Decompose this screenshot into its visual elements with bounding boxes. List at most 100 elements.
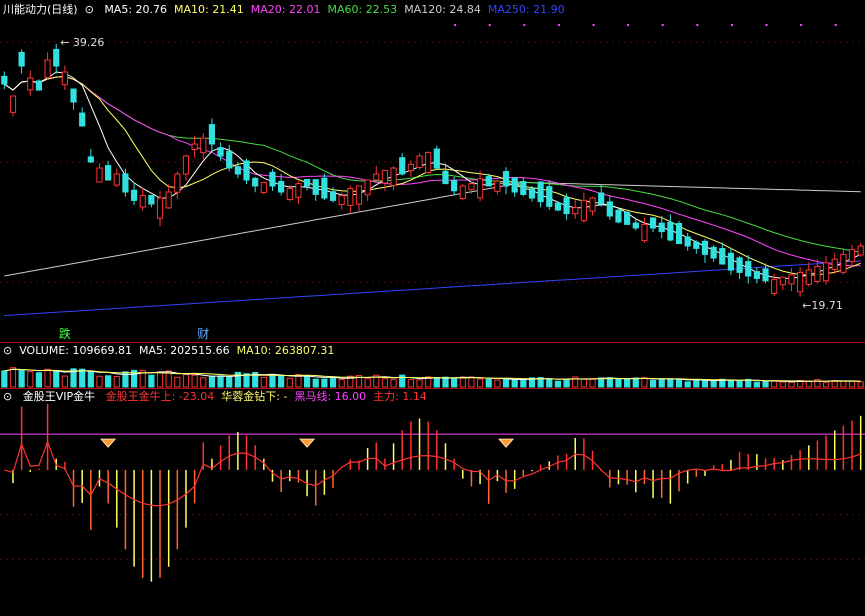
pane-separator bbox=[0, 342, 865, 343]
candle-body bbox=[105, 165, 112, 181]
candle-body bbox=[79, 112, 86, 127]
signal-dot bbox=[696, 24, 699, 26]
volume-bar bbox=[779, 381, 786, 388]
volume-bar bbox=[710, 380, 717, 388]
volume-bar bbox=[822, 381, 830, 388]
volume-bar bbox=[105, 375, 112, 388]
volume-bar bbox=[87, 371, 94, 388]
candle-body bbox=[53, 48, 60, 67]
candle-body bbox=[252, 177, 259, 187]
candle-body bbox=[61, 71, 68, 86]
volume-bar bbox=[35, 372, 43, 388]
signal-dot bbox=[730, 24, 733, 26]
volume-bar bbox=[840, 380, 847, 388]
candle-body bbox=[546, 186, 553, 207]
candle-body bbox=[649, 217, 657, 229]
volume-bar bbox=[468, 376, 475, 388]
high-price-label: ← 39.26 bbox=[60, 36, 104, 49]
indicator-chart[interactable] bbox=[0, 404, 865, 616]
volume-chart[interactable] bbox=[0, 358, 865, 388]
candle-body bbox=[494, 180, 501, 192]
volume-bar bbox=[736, 380, 743, 388]
candle-body bbox=[433, 148, 440, 169]
candle-body bbox=[234, 166, 241, 175]
volume-bar bbox=[312, 378, 319, 388]
volume-bar bbox=[390, 379, 397, 388]
candle-body bbox=[822, 262, 830, 282]
volume-bar bbox=[79, 368, 86, 388]
volume-bar bbox=[624, 379, 631, 388]
volume-bar bbox=[226, 376, 233, 388]
volume-legend-item-2: MA10: 263807.31 bbox=[236, 344, 335, 357]
indicator-legend-item-0: 金股王金牛上: -23.04 bbox=[105, 390, 215, 403]
candle-body bbox=[217, 147, 224, 157]
volume-bar bbox=[615, 378, 622, 388]
candle-body bbox=[563, 197, 570, 215]
volume-bar bbox=[433, 377, 440, 388]
volume-bar bbox=[788, 381, 795, 388]
price-chart[interactable]: ← 39.26 ←19.71 跌 财 bbox=[0, 0, 865, 342]
candle-body bbox=[442, 170, 449, 185]
toggle-icon[interactable]: ⊙ bbox=[3, 390, 12, 403]
signal-dot bbox=[800, 24, 803, 26]
event-marker-0: 跌 bbox=[59, 326, 71, 341]
candle-body bbox=[485, 176, 492, 187]
volume-bar bbox=[649, 380, 657, 388]
volume-bar bbox=[684, 381, 691, 388]
candle-body bbox=[139, 195, 146, 208]
candle-body bbox=[857, 245, 864, 256]
candle-body bbox=[675, 223, 683, 245]
event-marker-1: 财 bbox=[197, 327, 209, 341]
candle-body bbox=[511, 177, 518, 193]
candle-body bbox=[364, 179, 371, 196]
candle-body bbox=[425, 151, 432, 174]
signal-dot bbox=[557, 24, 560, 26]
candle-body bbox=[390, 167, 397, 186]
signal-dot bbox=[661, 24, 664, 26]
volume-bar bbox=[667, 378, 674, 388]
candle-body bbox=[771, 279, 778, 294]
toggle-icon[interactable]: ⊙ bbox=[3, 344, 12, 357]
candle-body bbox=[148, 194, 155, 205]
candle-body bbox=[1, 75, 8, 85]
volume-bar bbox=[753, 381, 760, 388]
candle-body bbox=[537, 181, 544, 203]
candle-body bbox=[156, 197, 164, 219]
candle-body bbox=[762, 268, 769, 282]
candle-body bbox=[35, 80, 43, 91]
candle-body bbox=[70, 88, 77, 103]
candle-body bbox=[226, 150, 233, 169]
volume-bar bbox=[857, 381, 864, 388]
candle-body bbox=[710, 246, 717, 259]
candle-body bbox=[632, 222, 639, 229]
signal-dot bbox=[765, 24, 768, 26]
candle-body bbox=[580, 199, 587, 222]
candle-body bbox=[788, 274, 795, 285]
candle-body bbox=[805, 269, 812, 285]
volume-bar bbox=[502, 378, 510, 388]
volume-bar bbox=[693, 379, 700, 388]
candle-body bbox=[468, 183, 475, 191]
volume-legend-item-1: MA5: 202515.66 bbox=[138, 344, 230, 357]
indicator-name: 金股王VIP金牛 bbox=[22, 390, 96, 403]
volume-legend-item-0: VOLUME: 109669.81 bbox=[19, 344, 132, 357]
volume-bar bbox=[191, 374, 198, 388]
volume-bar bbox=[848, 380, 856, 388]
candle-body bbox=[373, 173, 380, 181]
candle-body bbox=[719, 248, 726, 265]
candle-body bbox=[130, 189, 138, 201]
volume-bar bbox=[286, 377, 293, 388]
indicator-legend: ⊙ 金股王VIP金牛 金股王金牛上: -23.04 华蓉金钻下: - 黑马线: 16… bbox=[3, 390, 441, 404]
volume-bar bbox=[598, 377, 605, 388]
volume-bar bbox=[381, 378, 389, 388]
signal-dot bbox=[488, 24, 491, 26]
volume-bar bbox=[174, 376, 181, 388]
indicator-legend-item-3: 主力: 1.14 bbox=[373, 390, 427, 403]
candle-body bbox=[303, 178, 311, 187]
signal-dot bbox=[627, 24, 630, 26]
candle-body bbox=[831, 258, 838, 271]
volume-bar bbox=[53, 370, 60, 388]
candle-body bbox=[200, 137, 207, 154]
candle-body bbox=[243, 160, 250, 181]
candle-body bbox=[113, 173, 120, 186]
